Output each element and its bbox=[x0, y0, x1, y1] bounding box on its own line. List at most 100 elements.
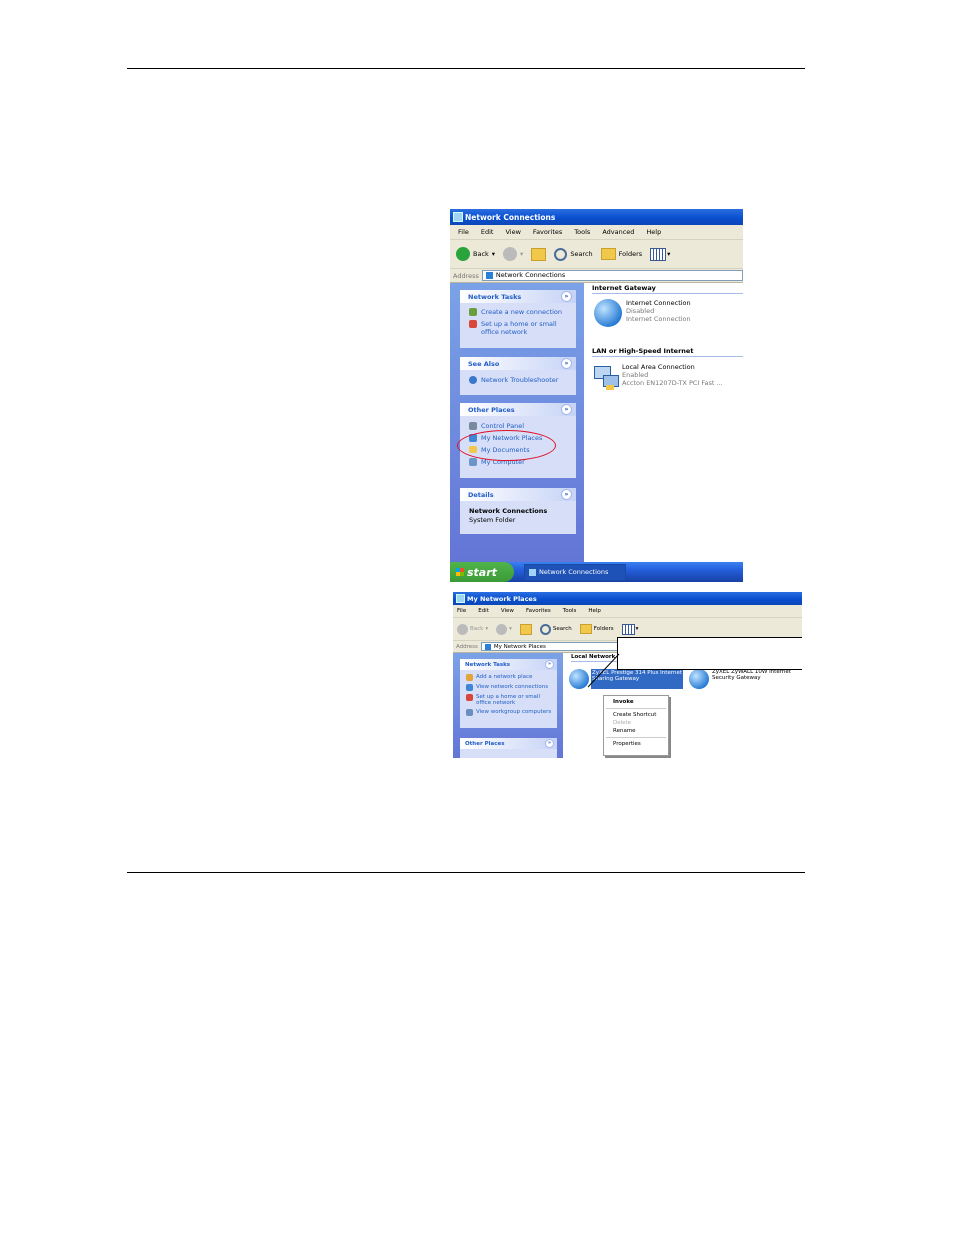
back-button[interactable]: Back ▾ bbox=[457, 623, 488, 635]
task-pane: Network Tasks » Create a new connection … bbox=[450, 283, 584, 562]
taskbar-network-connections[interactable]: Network Connections bbox=[524, 563, 626, 581]
context-delete[interactable]: Delete bbox=[604, 719, 668, 727]
menu-favorites[interactable]: Favorites bbox=[526, 608, 551, 614]
internet-connection-status: Disabled bbox=[626, 307, 655, 315]
internet-connection-desc: Internet Connection bbox=[626, 315, 691, 323]
menu-view[interactable]: View bbox=[501, 608, 514, 614]
up-folder-icon bbox=[531, 247, 547, 261]
forward-arrow-icon bbox=[496, 623, 508, 635]
internet-connection-item[interactable]: Internet Connection Disabled Internet Co… bbox=[594, 299, 691, 327]
view-workgroup-link[interactable]: View workgroup computers bbox=[466, 709, 557, 716]
network-tasks-panel: Network Tasks » Create a new connection … bbox=[460, 290, 576, 348]
prestige-gateway-item[interactable]: ZyXEL Prestige 314 Plus Internet Sharing… bbox=[569, 669, 684, 689]
see-also-header[interactable]: See Also » bbox=[460, 357, 576, 370]
control-panel-link[interactable]: Control Panel bbox=[469, 422, 576, 430]
menu-file[interactable]: File bbox=[457, 608, 466, 614]
group-header-lan: LAN or High-Speed Internet bbox=[592, 346, 743, 357]
menu-bar: File Edit View Favorites Tools Advanced … bbox=[450, 225, 743, 240]
computer-icon bbox=[469, 458, 477, 466]
home-network-link[interactable]: Set up a home or small office network bbox=[469, 320, 576, 336]
views-dropdown-icon: ▾ bbox=[635, 626, 639, 632]
search-icon bbox=[539, 623, 551, 635]
collapse-chevron-icon[interactable]: » bbox=[545, 739, 554, 748]
forward-button[interactable]: ▾ bbox=[503, 247, 523, 261]
other-places-header[interactable]: Other Places » bbox=[460, 403, 576, 416]
back-button[interactable]: Back ▾ bbox=[456, 247, 495, 261]
details-header[interactable]: Details » bbox=[460, 488, 576, 501]
menu-file[interactable]: File bbox=[458, 228, 469, 236]
network-tasks-header[interactable]: Network Tasks » bbox=[460, 659, 557, 670]
context-rename[interactable]: Rename bbox=[604, 727, 668, 735]
back-dropdown-icon: ▾ bbox=[491, 250, 496, 258]
create-connection-link[interactable]: Create a new connection bbox=[469, 308, 576, 316]
task-pane: Network Tasks » Add a network place View… bbox=[453, 653, 563, 758]
context-create-shortcut[interactable]: Create Shortcut bbox=[604, 711, 668, 719]
folders-button[interactable]: Folders bbox=[600, 248, 642, 260]
collapse-chevron-icon[interactable]: » bbox=[545, 660, 554, 669]
search-button[interactable]: Search bbox=[554, 247, 593, 261]
up-folder-button[interactable] bbox=[531, 247, 547, 261]
taskbar-task-label: Network Connections bbox=[539, 568, 609, 576]
views-button[interactable]: ▾ bbox=[650, 247, 670, 261]
menu-help[interactable]: Help bbox=[646, 228, 661, 236]
group-header-local-network: Local Network bbox=[571, 653, 619, 662]
see-also-panel: See Also » Network Troubleshooter bbox=[460, 357, 576, 395]
window-titlebar: Network Connections bbox=[450, 209, 743, 225]
troubleshooter-link[interactable]: Network Troubleshooter bbox=[469, 376, 576, 384]
menu-tools[interactable]: Tools bbox=[574, 228, 590, 236]
window-title: Network Connections bbox=[465, 212, 556, 222]
network-tasks-header[interactable]: Network Tasks » bbox=[460, 290, 576, 303]
lan-connection-desc: Accton EN1207D-TX PCI Fast ... bbox=[622, 379, 723, 387]
collapse-chevron-icon[interactable]: » bbox=[561, 489, 572, 500]
screenshot-my-network-places: My Network Places File Edit View Favorit… bbox=[453, 592, 802, 758]
address-value: My Network Places bbox=[493, 643, 546, 650]
menu-favorites[interactable]: Favorites bbox=[533, 228, 562, 236]
address-network-icon bbox=[484, 643, 491, 650]
menu-help[interactable]: Help bbox=[588, 608, 601, 614]
start-button[interactable]: start bbox=[450, 562, 514, 582]
views-button[interactable]: ▾ bbox=[621, 623, 639, 635]
local-area-connection-item[interactable]: Local Area Connection Enabled Accton EN1… bbox=[594, 363, 723, 391]
top-rule bbox=[127, 68, 805, 69]
folders-icon bbox=[600, 248, 616, 260]
view-network-connections-link[interactable]: View network connections bbox=[466, 684, 557, 691]
internet-gateway-icon bbox=[594, 299, 622, 327]
context-properties[interactable]: Properties bbox=[604, 740, 668, 748]
other-places-header[interactable]: Other Places » bbox=[460, 738, 557, 749]
views-icon bbox=[650, 247, 667, 261]
network-connections-icon bbox=[529, 568, 536, 576]
up-folder-button[interactable] bbox=[519, 623, 532, 635]
folders-button[interactable]: Folders bbox=[579, 624, 614, 634]
other-places-title: Other Places bbox=[468, 405, 515, 414]
collapse-chevron-icon[interactable]: » bbox=[561, 291, 572, 302]
lan-connection-status: Enabled bbox=[622, 371, 649, 379]
collapse-chevron-icon[interactable]: » bbox=[561, 358, 572, 369]
details-title: Details bbox=[468, 490, 494, 499]
home-network-icon bbox=[469, 320, 477, 328]
address-field[interactable]: Network Connections bbox=[481, 269, 743, 282]
menu-separator bbox=[606, 737, 666, 738]
toolbar: Back ▾ ▾ Search Folders ▾ bbox=[450, 240, 743, 269]
forward-dropdown-icon: ▾ bbox=[520, 250, 524, 258]
menu-advanced[interactable]: Advanced bbox=[602, 228, 634, 236]
views-icon bbox=[621, 623, 635, 635]
add-network-place-link[interactable]: Add a network place bbox=[466, 674, 557, 681]
menu-tools[interactable]: Tools bbox=[563, 608, 577, 614]
network-tasks-title: Network Tasks bbox=[468, 292, 522, 301]
menu-edit[interactable]: Edit bbox=[481, 228, 494, 236]
menu-edit[interactable]: Edit bbox=[478, 608, 489, 614]
internet-connection-name: Internet Connection bbox=[626, 299, 691, 307]
context-invoke[interactable]: Invoke bbox=[604, 698, 668, 706]
add-network-place-icon bbox=[466, 674, 473, 681]
forward-button[interactable]: ▾ bbox=[496, 623, 512, 635]
info-icon bbox=[469, 376, 477, 384]
zywall-gateway-item[interactable]: ZyXEL ZyWALL 10W Internet Security Gatew… bbox=[689, 669, 791, 689]
menu-view[interactable]: View bbox=[505, 228, 520, 236]
search-button[interactable]: Search bbox=[539, 623, 572, 635]
forward-arrow-icon bbox=[503, 247, 518, 261]
folders-icon bbox=[579, 624, 592, 634]
content-pane: Internet Gateway Internet Connection Dis… bbox=[584, 283, 743, 562]
home-network-link[interactable]: Set up a home or small office network bbox=[466, 694, 557, 706]
folders-label: Folders bbox=[593, 626, 614, 632]
collapse-chevron-icon[interactable]: » bbox=[561, 404, 572, 415]
